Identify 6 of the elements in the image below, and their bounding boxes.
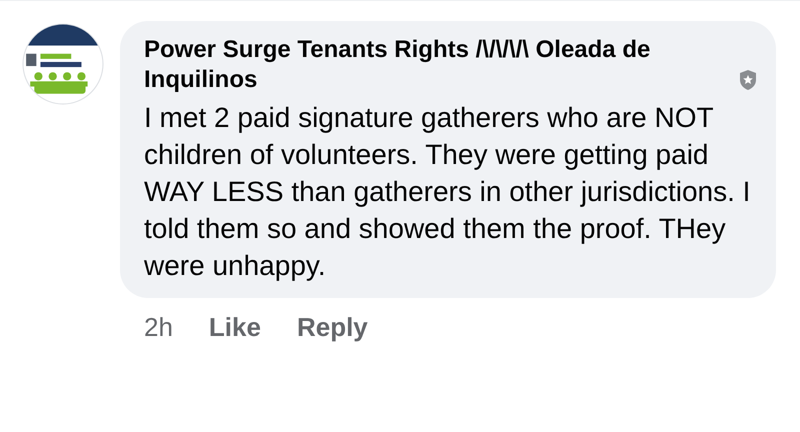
comment-action-link[interactable]: Reply [296,312,368,343]
timestamp[interactable]: 2h [144,312,173,343]
comment-text: I met 2 paid signature gatherers who are NOT children of volunteers. They were getting paid WAY LESS than gatherers in other jurisdictions. I told them so and showed them the proof. THey were unhappy. [144,101,752,283]
author-name[interactable]: Power Surge Tenants Rights /\/\/\/\ Oleada de Inquilinos [144,35,704,95]
comment-action-link[interactable]: Like [208,312,261,343]
shield-star-icon [738,69,758,91]
